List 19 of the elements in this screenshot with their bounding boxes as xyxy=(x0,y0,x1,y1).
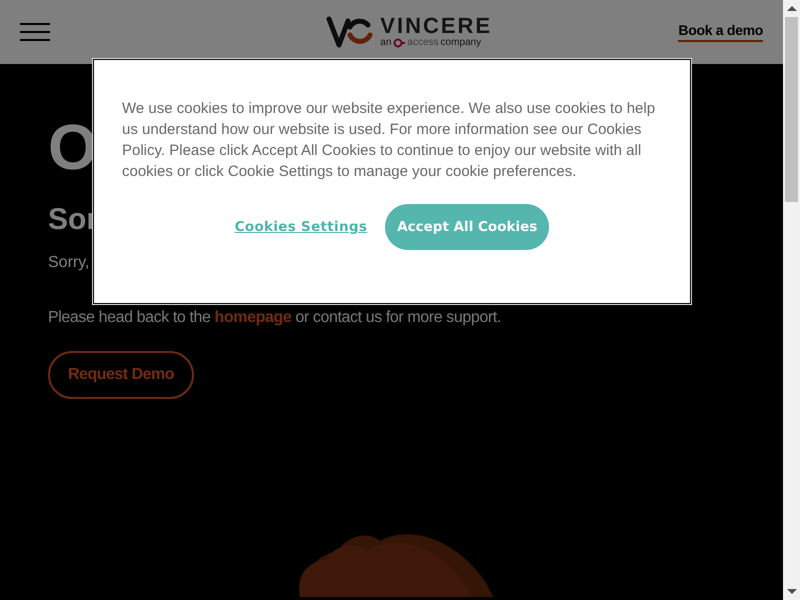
tagline-text: access xyxy=(407,37,439,49)
cookie-notice-text: We use cookies to improve our website experience. We also use cookies to help us understand how our website is used. For more information see our Cookies Policy. Please click Accept All Cookies to continue to enjoy our website with all cookies or click Cookie Settings to manage your cookie preferences. xyxy=(122,99,656,182)
help-text: Please head back to the homepage or contact us for more support. xyxy=(48,308,501,328)
request-demo-button[interactable]: Request Demo xyxy=(48,351,194,399)
scroll-up-icon[interactable] xyxy=(786,6,796,11)
scrollbar-thumb[interactable] xyxy=(785,17,798,202)
cookies-settings-link[interactable]: Cookies Settings xyxy=(234,219,368,235)
tagline-text: an xyxy=(380,37,392,49)
tagline-text: company xyxy=(440,37,482,49)
menu-icon[interactable] xyxy=(20,23,50,41)
error-message: Sorry, xyxy=(48,253,90,273)
ring-icon xyxy=(393,38,406,48)
scrollbar[interactable] xyxy=(783,0,800,600)
homepage-link[interactable]: homepage xyxy=(214,309,292,326)
brand-name: VINCERE xyxy=(380,15,492,37)
logo-icon xyxy=(326,15,374,49)
scroll-down-icon[interactable] xyxy=(786,589,796,594)
accept-cookies-button[interactable]: Accept All Cookies xyxy=(385,204,550,250)
book-demo-link[interactable]: Book a demo xyxy=(678,22,763,42)
